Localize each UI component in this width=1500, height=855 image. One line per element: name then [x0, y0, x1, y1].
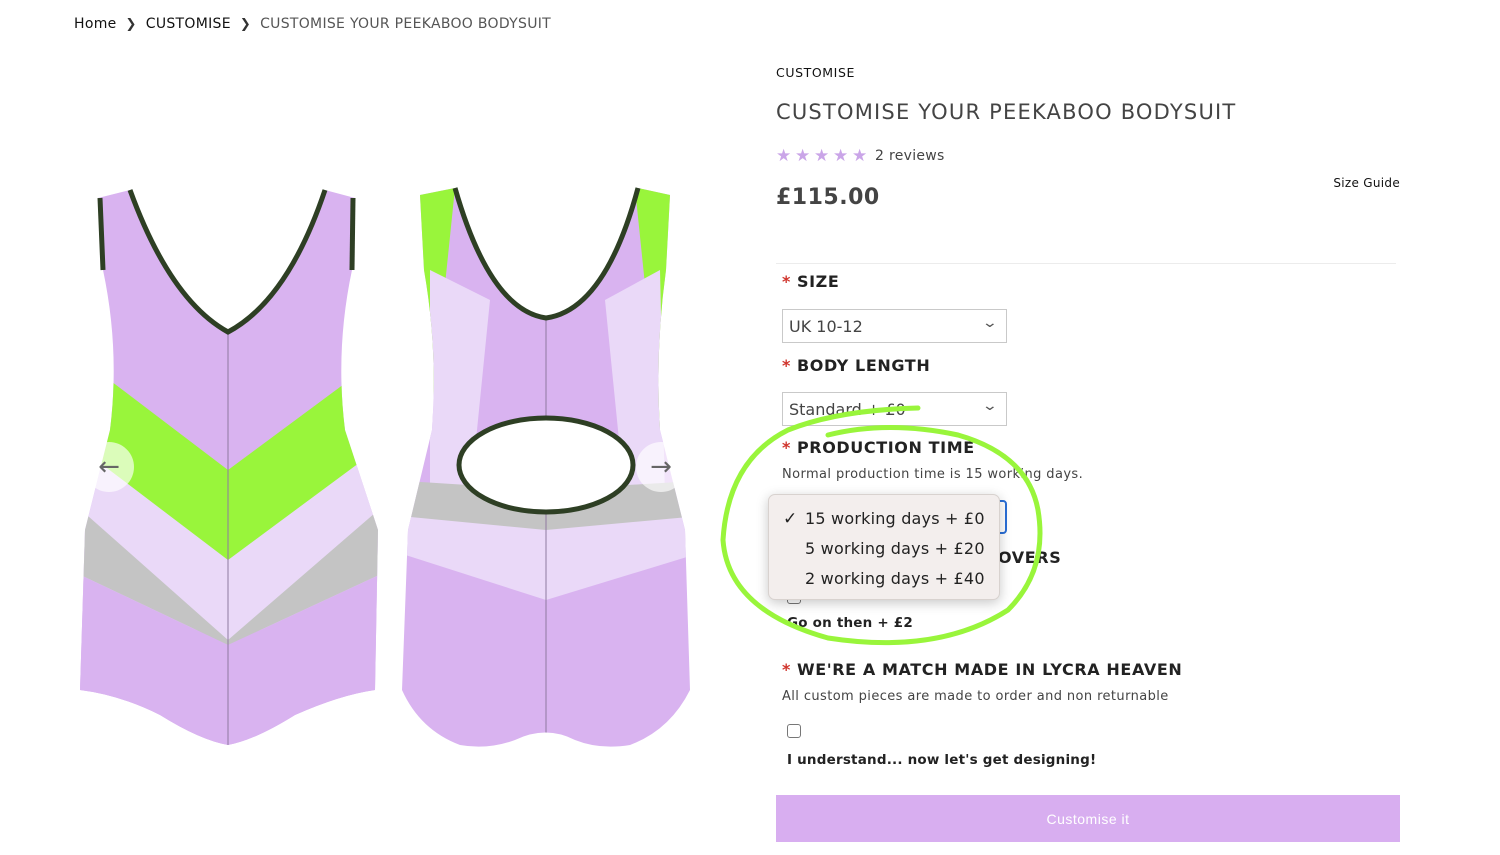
required-marker: * [782, 272, 791, 291]
annotation-circle [720, 405, 1043, 646]
bodysuit-illustration [80, 187, 690, 747]
customise-it-button[interactable]: Customise it [776, 795, 1400, 842]
breadcrumb-home[interactable]: Home [74, 16, 117, 32]
cutout [456, 415, 636, 515]
chevron-down-icon: ⌄ [981, 315, 999, 331]
star-icon: ★ [852, 146, 868, 166]
star-icon: ★ [776, 146, 792, 166]
size-select-value: UK 10-12 [789, 317, 863, 336]
size-guide-link[interactable]: Size Guide [1333, 176, 1400, 190]
star-icon: ★ [814, 146, 830, 166]
required-marker: * [782, 660, 791, 679]
product-price: £115.00 [776, 185, 880, 210]
product-title: CUSTOMISE YOUR PEEKABOO BODYSUIT [776, 100, 1237, 124]
body-length-label: * BODY LENGTH [782, 356, 931, 375]
chevron-right-icon: ❯ [125, 16, 137, 32]
rating[interactable]: ★ ★ ★ ★ ★ 2 reviews [776, 146, 945, 166]
agreement-checkbox-label: I understand... now let's get designing! [787, 752, 1097, 768]
agreement-help: All custom pieces are made to order and … [782, 689, 1169, 704]
breadcrumb: Home ❯ CUSTOMISE ❯ CUSTOMISE YOUR PEEKAB… [74, 16, 551, 32]
star-icon: ★ [795, 146, 811, 166]
reviews-count[interactable]: 2 reviews [875, 148, 945, 164]
size-label: * SIZE [782, 272, 840, 291]
agreement-label: * WE'RE A MATCH MADE IN LYCRA HEAVEN [782, 660, 1183, 679]
arrow-right-icon: → [650, 452, 672, 482]
agreement-checkbox[interactable] [787, 724, 801, 738]
divider [776, 263, 1396, 264]
product-gallery: ← → [70, 170, 710, 770]
size-select[interactable]: UK 10-12 ⌄ [782, 309, 1007, 343]
product-vendor: CUSTOMISE [776, 65, 855, 80]
arrow-left-icon: ← [98, 452, 120, 482]
required-marker: * [782, 356, 791, 375]
breadcrumb-category[interactable]: CUSTOMISE [146, 16, 231, 32]
next-image-button[interactable]: → [636, 442, 686, 492]
prev-image-button[interactable]: ← [84, 442, 134, 492]
star-icon: ★ [833, 146, 849, 166]
chevron-right-icon: ❯ [239, 16, 252, 32]
breadcrumb-current: CUSTOMISE YOUR PEEKABOO BODYSUIT [260, 16, 552, 32]
